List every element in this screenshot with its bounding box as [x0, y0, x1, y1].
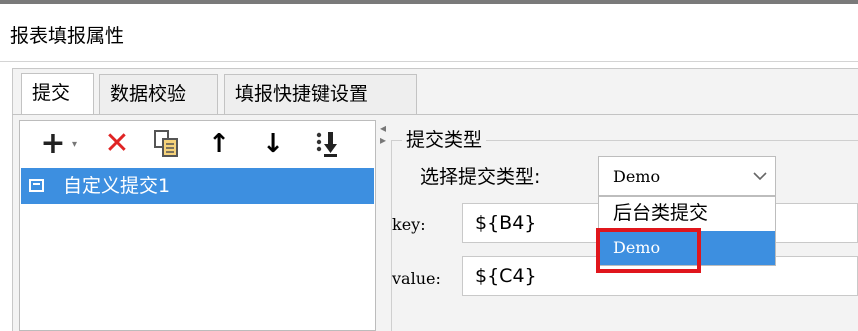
tab-strip-baseline: [12, 114, 858, 115]
move-to-end-icon[interactable]: [310, 126, 346, 162]
red-highlight-box: [596, 228, 701, 273]
copy-icon[interactable]: [150, 126, 184, 162]
copy-icon-graphic: [154, 130, 178, 157]
dialog-title: 报表填报属性: [10, 25, 125, 47]
title-divider: [0, 61, 858, 62]
delete-x-icon[interactable]: ✕: [100, 126, 134, 162]
plus-icon[interactable]: +: [34, 126, 72, 162]
list-item-custom-submit[interactable]: 自定义提交1: [21, 168, 374, 204]
submit-item-icon: [29, 179, 44, 192]
chevron-down-icon-graphic: [753, 172, 767, 181]
submit-type-group-title: 提交类型: [402, 125, 487, 152]
option-backend-submit[interactable]: 后台类提交: [613, 198, 708, 225]
arrow-up-icon[interactable]: ↑: [204, 126, 234, 162]
tab-fill-shortcut-settings[interactable]: 填报快捷键设置: [224, 74, 417, 114]
tab-submit[interactable]: 提交: [21, 73, 94, 115]
pane-splitter-handle[interactable]: ◂ ▸: [378, 122, 388, 162]
chevron-down-icon[interactable]: [748, 158, 772, 194]
value-label: value:: [392, 269, 441, 288]
tab-data-validation[interactable]: 数据校验: [99, 74, 218, 114]
move-to-end-icon-graphic: [316, 132, 337, 157]
chevron-down-icon[interactable]: ▾: [72, 139, 77, 150]
key-label: key:: [392, 215, 426, 234]
submit-type-label: 选择提交类型:: [420, 166, 541, 188]
arrow-down-icon[interactable]: ↓: [258, 126, 288, 162]
